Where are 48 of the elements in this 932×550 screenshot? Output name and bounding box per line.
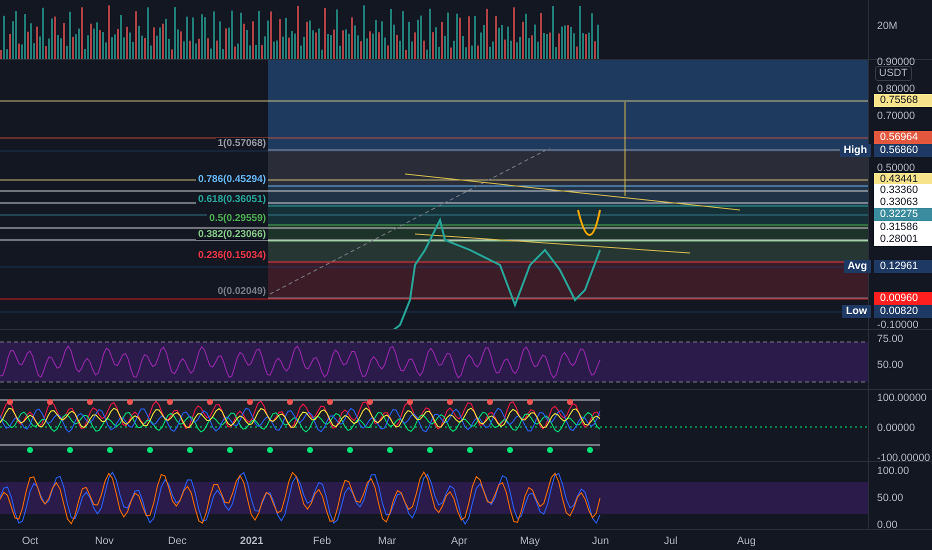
fib-level-label: 0.382(0.23066) [196, 229, 268, 240]
fib-level-label: 0.236(0.15034) [196, 250, 268, 261]
time-axis-label: 2021 [240, 535, 264, 547]
axis-label: 50.00 [877, 359, 904, 371]
fib-level-label: 0(0.02049) [216, 286, 268, 297]
fib-level-label: 0.5(0.29559) [207, 213, 268, 224]
time-axis-label: May [520, 535, 540, 547]
price-tag: 0.56860 [874, 144, 932, 157]
price-tag: 0.28001 [874, 233, 932, 246]
price-marker-label: High [840, 144, 871, 157]
fib-level-label: 1(0.57068) [216, 138, 268, 149]
axis-label: 100.00 [877, 465, 910, 477]
cup-curve [577, 210, 601, 236]
time-axis-label: Mar [378, 535, 396, 547]
axis-label: 0.00 [877, 519, 898, 531]
price-tag: 0.31586 [874, 221, 932, 234]
axis-label: 50.00 [877, 492, 904, 504]
price-tag: 0.33360 [874, 184, 932, 197]
price-tag: 0.32275 [874, 208, 932, 221]
price-marker-label: Avg [844, 260, 871, 273]
price-tag: 0.00820 [874, 305, 932, 318]
axis-label: -100.00000 [877, 452, 930, 464]
axis-label: 0.90000 [877, 56, 915, 68]
time-axis-label: Apr [451, 535, 468, 547]
axis-label: 20M [877, 20, 898, 32]
currency-label: USDT [875, 66, 912, 81]
time-axis-label: Dec [168, 535, 187, 547]
time-axis-label: Feb [313, 535, 332, 547]
price-marker-label: Low [842, 305, 871, 318]
price-tag: 0.00960 [874, 292, 932, 305]
axis-label: 75.00 [877, 333, 904, 345]
time-axis-label: Jul [664, 535, 678, 547]
price-tag: 0.33063 [874, 196, 932, 209]
time-axis-label: Aug [737, 535, 756, 547]
price-tag: 0.75568 [874, 94, 932, 107]
time-axis-label: Jun [592, 535, 609, 547]
axis-label: 0.70000 [877, 110, 915, 122]
price-tag: 0.12961 [874, 260, 932, 273]
axis-label: -0.10000 [877, 319, 918, 331]
axis-label: 0.50000 [877, 162, 915, 174]
axis-label: 100.00000 [877, 392, 927, 404]
time-axis-label: Nov [95, 535, 114, 547]
price-tag: 0.56964 [874, 131, 932, 144]
time-axis-label: Oct [22, 535, 38, 547]
fib-level-label: 0.786(0.45294) [196, 174, 268, 185]
axis-label: 0.00000 [877, 422, 915, 434]
axis-label: 0.80000 [877, 83, 915, 95]
fib-level-label: 0.618(0.36051) [196, 194, 268, 205]
